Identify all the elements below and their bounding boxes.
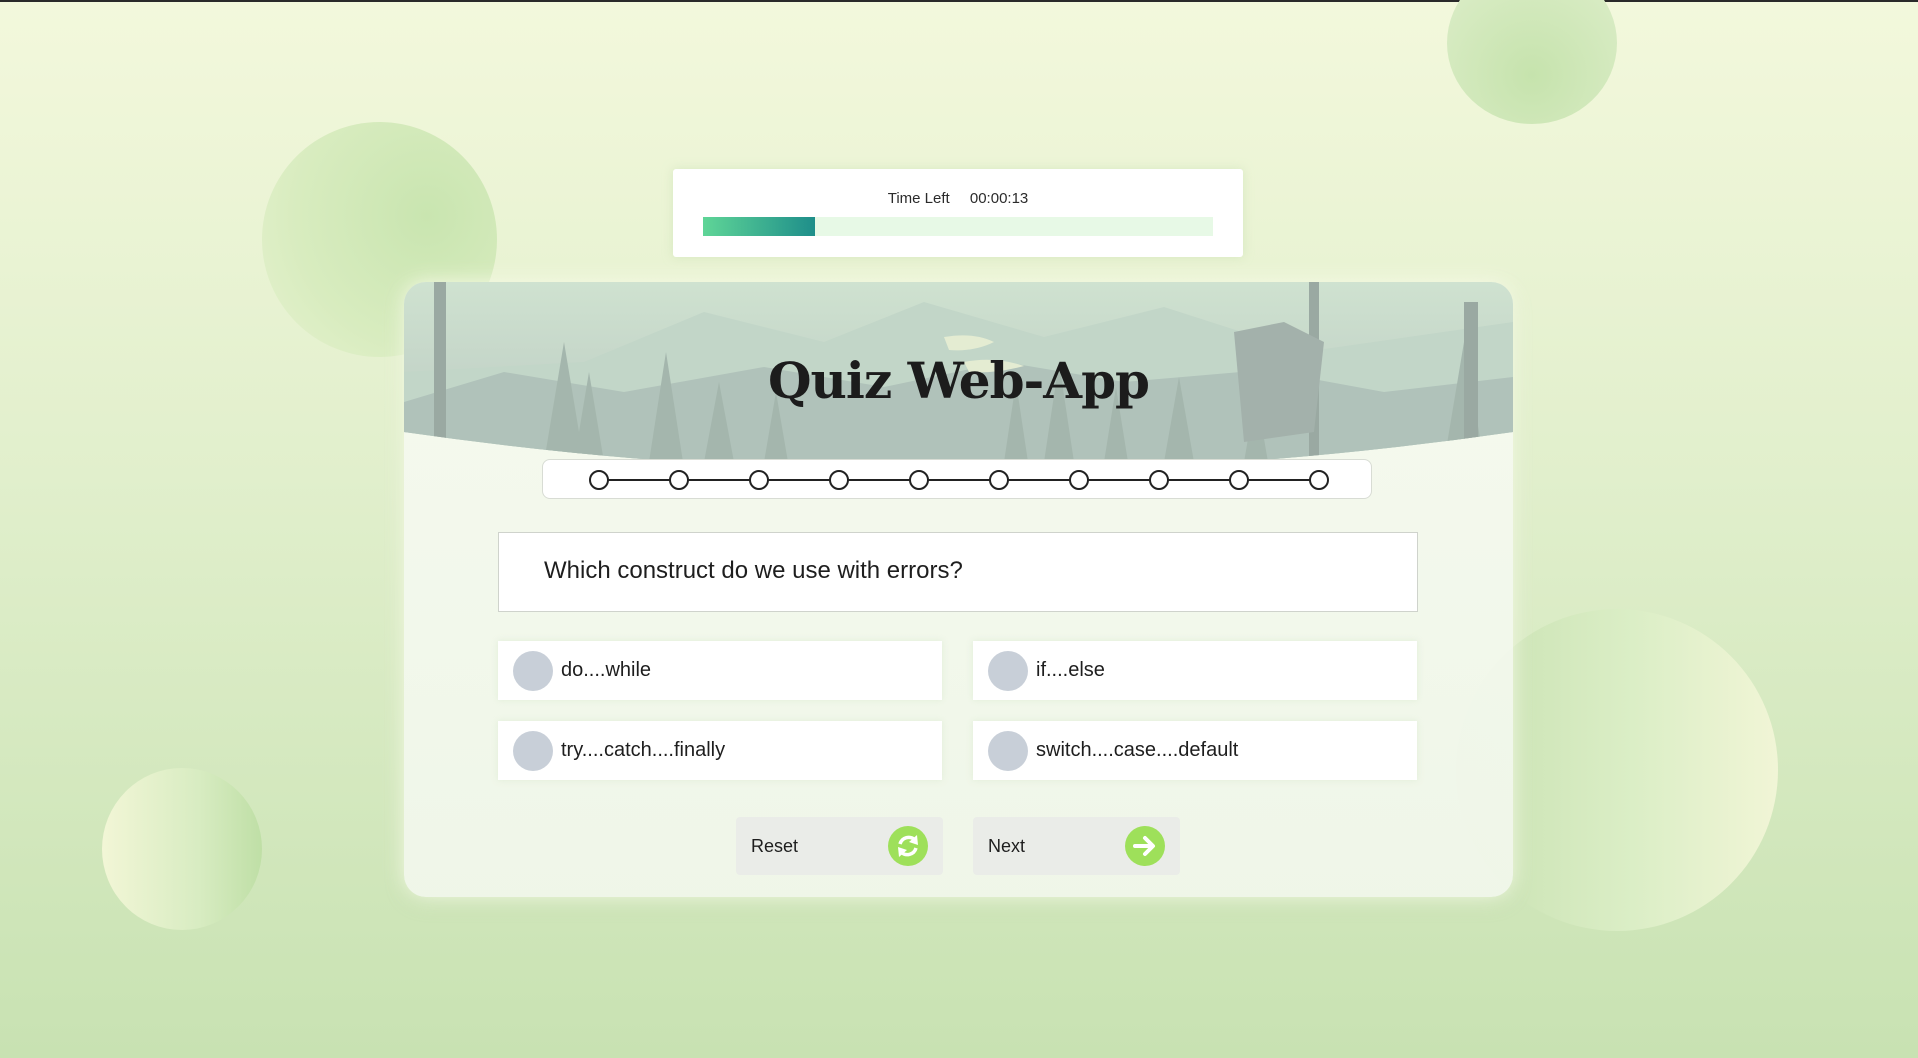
answer-option[interactable]: do....while xyxy=(498,641,942,700)
reset-button-label: Reset xyxy=(751,836,799,856)
answer-option[interactable]: try....catch....finally xyxy=(498,721,942,780)
question-box: Which construct do we use with errors? xyxy=(498,532,1418,612)
timer-panel: Time Left 00:00:13 xyxy=(673,169,1243,257)
next-button[interactable]: Next xyxy=(973,817,1180,875)
stepper-line xyxy=(598,479,1318,481)
step-dot xyxy=(1229,470,1249,490)
option-label: switch....case....default xyxy=(1036,739,1239,761)
timer-progress-track xyxy=(703,217,1213,236)
timer-label: Time Left xyxy=(887,190,950,207)
step-dot xyxy=(909,470,929,490)
step-dot xyxy=(1149,470,1169,490)
radio-button[interactable] xyxy=(988,731,1028,771)
step-dot xyxy=(989,470,1009,490)
background-bubble xyxy=(102,768,262,930)
step-dot xyxy=(1309,470,1329,490)
quiz-card: Quiz Web-App Which construct do we use w… xyxy=(404,282,1513,897)
radio-button[interactable] xyxy=(513,731,553,771)
step-dot xyxy=(829,470,849,490)
arrow-right-icon xyxy=(1125,826,1165,866)
background-bubble xyxy=(1447,0,1617,124)
reset-button[interactable]: Reset xyxy=(736,817,943,875)
page-title: Quiz Web-App xyxy=(767,351,1150,410)
next-button-label: Next xyxy=(988,836,1026,856)
radio-button[interactable] xyxy=(988,651,1028,691)
timer-progress-fill xyxy=(703,217,816,236)
timer-value: 00:00:13 xyxy=(969,190,1029,207)
question-stepper xyxy=(542,459,1372,499)
option-label: if....else xyxy=(1036,659,1105,681)
refresh-icon xyxy=(888,826,928,866)
step-dot xyxy=(1069,470,1089,490)
question-text: Which construct do we use with errors? xyxy=(544,557,963,584)
step-dot xyxy=(749,470,769,490)
option-label: try....catch....finally xyxy=(561,739,726,761)
step-dot xyxy=(589,470,609,490)
radio-button[interactable] xyxy=(513,651,553,691)
answer-option[interactable]: if....else xyxy=(973,641,1417,700)
timer-row: Time Left 00:00:13 xyxy=(673,190,1243,207)
hero-banner: Quiz Web-App xyxy=(404,282,1513,482)
step-dot xyxy=(669,470,689,490)
answer-option[interactable]: switch....case....default xyxy=(973,721,1417,780)
option-label: do....while xyxy=(561,659,652,681)
